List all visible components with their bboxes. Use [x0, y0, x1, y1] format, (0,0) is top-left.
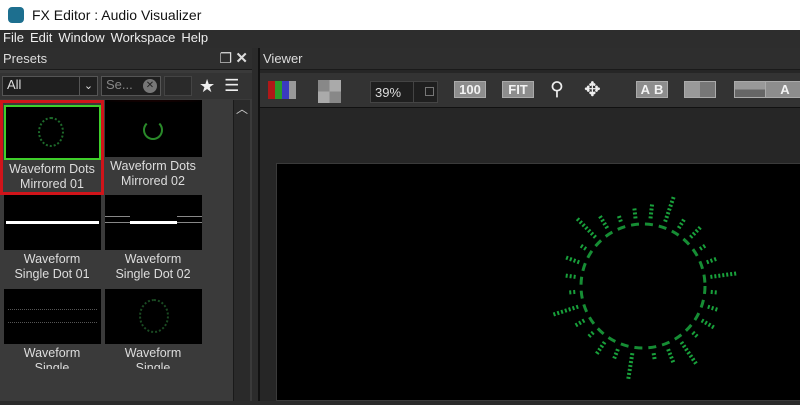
preset-item[interactable]: Waveform Dots Mirrored 02 [103, 102, 203, 193]
visualizer-bar [651, 352, 657, 360]
visualizer-bar [579, 244, 588, 251]
visualizer-bar [666, 348, 676, 365]
preset-thumbnail [104, 289, 202, 344]
presets-toolbar: All ⌄ Se... ✕ ★ ☰ [0, 73, 252, 99]
presets-scrollbar[interactable]: ︿ [233, 100, 250, 401]
zoom-100-button[interactable]: 100 [454, 81, 486, 98]
menu-bar: File Edit Window Workspace Help [0, 30, 800, 48]
zoom-stepper[interactable] [413, 82, 425, 102]
preset-label: Waveform Dots Mirrored 02 [110, 159, 196, 188]
visualizer-bar [573, 318, 586, 328]
preset-thumbnail [104, 102, 202, 157]
zoom-field[interactable]: 39% [370, 81, 438, 103]
menu-help[interactable]: Help [181, 30, 208, 48]
search-placeholder: Se... [106, 77, 133, 92]
preset-label: Waveform Dots Mirrored 01 [9, 162, 95, 191]
zoom-reset-icon[interactable] [425, 87, 434, 96]
category-value: All [7, 77, 22, 92]
visualizer-bar [611, 348, 620, 361]
visualizer-bar [679, 341, 698, 365]
menu-workspace[interactable]: Workspace [111, 30, 176, 48]
preset-thumbnail [3, 289, 101, 344]
split-horizontal-button[interactable] [734, 81, 766, 98]
zoom-value: 39% [375, 85, 402, 100]
chevron-down-icon: ⌄ [79, 77, 97, 95]
preset-item[interactable]: Waveform Single Dot 02 [103, 195, 203, 286]
visualizer-ring [579, 222, 707, 350]
visualizer-bar [691, 330, 699, 338]
viewer-panel: Viewer 39% 100 FIT ⚲ ✥ AB A [258, 48, 800, 401]
app-logo-icon [8, 7, 24, 23]
preset-item[interactable]: Waveform Single [103, 289, 203, 369]
clear-search-icon[interactable]: ✕ [143, 79, 157, 93]
visualizer-bar [700, 318, 717, 331]
toggle-icon[interactable] [164, 76, 192, 96]
visualizer-bar [707, 304, 719, 312]
visualizer-bar [698, 244, 707, 251]
panel-menu-icon[interactable]: ☰ [224, 76, 239, 96]
preset-thumbnail [3, 105, 101, 160]
visualizer-bar [552, 304, 579, 317]
visualizer-bar [689, 224, 704, 239]
preset-item[interactable]: Waveform Single Dot 01 [2, 195, 102, 286]
visualizer-bar [569, 289, 576, 295]
visualizer-bar [710, 271, 737, 279]
title-bar: FX Editor : Audio Visualizer [0, 0, 800, 30]
window-title: FX Editor : Audio Visualizer [32, 7, 202, 23]
preset-thumbnail [104, 195, 202, 250]
scroll-up-icon[interactable]: ︿ [234, 100, 250, 117]
viewer-header: Viewer [260, 48, 800, 70]
split-vertical-button[interactable] [684, 81, 716, 98]
fit-button[interactable]: FIT [502, 81, 534, 98]
category-dropdown[interactable]: All ⌄ [2, 76, 98, 96]
ab-b-label: B [654, 82, 664, 97]
presets-title: Presets [3, 51, 48, 66]
visualizer-bar [563, 254, 580, 265]
ab-compare-button[interactable]: AB [636, 81, 668, 98]
visualizer-bar [648, 202, 655, 219]
preset-label: Waveform Single [23, 346, 81, 369]
visualizer-bar [564, 273, 576, 279]
visualizer-preview [552, 196, 737, 380]
rgb-channels-icon[interactable] [268, 81, 296, 99]
presets-grid: Waveform Bars Mirrored 02Waveform Bars P… [0, 100, 232, 401]
preset-item[interactable]: Waveform Dots Mirrored 01 [0, 100, 104, 195]
undock-icon[interactable]: ❐ [219, 50, 232, 67]
visualizer-bar [632, 207, 638, 219]
visualizer-bar [626, 352, 635, 380]
visualizer-bar [706, 256, 718, 265]
preset-item[interactable]: Waveform Single [2, 289, 102, 369]
visualizer-bar [587, 330, 595, 338]
visualizer-bar [575, 217, 597, 239]
menu-file[interactable]: File [3, 30, 24, 48]
presets-header: Presets ❐ ✕ [0, 48, 252, 70]
viewer-title: Viewer [263, 51, 303, 66]
visualizer-bar [663, 196, 676, 223]
viewer-toolbar: 39% 100 FIT ⚲ ✥ AB A [260, 73, 800, 108]
move-icon[interactable]: ✥ [584, 77, 601, 102]
visualizer-bar [676, 217, 687, 230]
visualizer-bar [597, 213, 610, 230]
viewer-canvas[interactable] [276, 163, 800, 401]
close-icon[interactable]: ✕ [235, 49, 248, 67]
magnifier-icon[interactable]: ⚲ [550, 78, 564, 101]
favorites-star-icon[interactable]: ★ [199, 76, 215, 97]
preset-label: Waveform Single [124, 346, 182, 369]
preset-label: Waveform Single Dot 02 [115, 252, 191, 281]
presets-panel: Presets ❐ ✕ All ⌄ Se... ✕ ★ ☰ Waveform B… [0, 48, 252, 401]
visualizer-bar [593, 341, 607, 357]
checkerboard-icon[interactable] [318, 80, 341, 103]
a-only-button[interactable]: A [765, 81, 800, 98]
visualizer-bar [617, 215, 623, 223]
search-input[interactable]: Se... ✕ [101, 76, 161, 96]
menu-edit[interactable]: Edit [30, 30, 52, 48]
preset-thumbnail [3, 195, 101, 250]
ab-a-label: A [640, 82, 650, 97]
visualizer-bar [710, 289, 717, 295]
preset-label: Waveform Single Dot 01 [14, 252, 90, 281]
menu-window[interactable]: Window [58, 30, 104, 48]
